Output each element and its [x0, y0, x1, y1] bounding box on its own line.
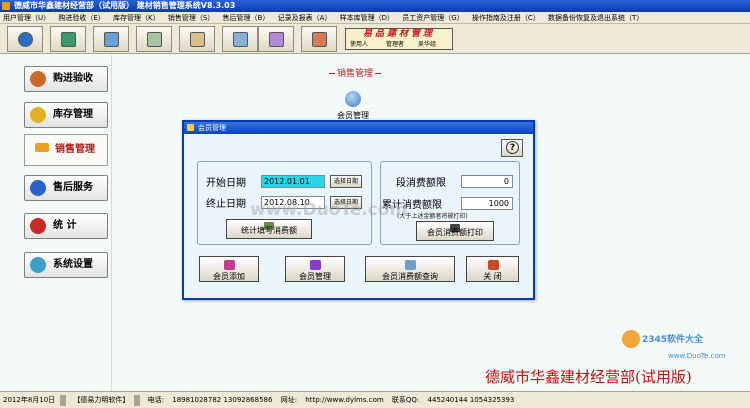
app-icon [2, 2, 10, 10]
start-date-pick-button[interactable]: 选择日期 [330, 175, 362, 188]
status-phones: 18981028782 13092868586 [172, 396, 273, 404]
end-date-label: 终止日期 [206, 199, 246, 210]
search-icon [104, 32, 119, 47]
menu-guide[interactable]: 操作指南及注册（C） [469, 12, 543, 23]
toolbar-exit-button[interactable] [301, 26, 337, 52]
toolbar-search-button[interactable] [93, 26, 129, 52]
menu-backup-exit[interactable]: 数据备份恢复及退出系统（T） [545, 12, 646, 23]
toolbar-employee-button[interactable] [258, 26, 294, 52]
member-manage-icon [310, 260, 321, 270]
menu-records[interactable]: 记录及报表（A） [275, 12, 335, 23]
toolbar-calendar-button[interactable] [222, 26, 258, 52]
dialog-title: 会员管理 [198, 124, 226, 132]
menu-sales[interactable]: 销售管理（S） [165, 12, 217, 23]
watermark-site: www.DuoTe.com [668, 352, 726, 360]
period-limit-label: 段消费额限 [396, 178, 446, 189]
start-date-field[interactable]: 2012.01.01 [261, 175, 325, 188]
inventory-icon [30, 107, 46, 123]
inventory-icon [147, 32, 162, 47]
banner-user-label: 使用人 [350, 41, 369, 48]
manage-member-button[interactable]: 会员管理 [285, 256, 345, 282]
purchase-icon [30, 71, 46, 87]
exit-icon [312, 32, 327, 47]
sidebar: 购进验收 库存管理 销售管理 售后服务 统 计 系统设置 [0, 55, 112, 391]
status-web-label: 网址: [280, 396, 298, 404]
status-qq: 445240144 1054325393 [427, 396, 515, 404]
print-threshold-note: (大于上述金额者将被打印) [397, 213, 468, 220]
dialog-title-bar: 会员管理 [184, 122, 533, 134]
window-title-bar: 德威市华鑫建材经营部（试用版） 建材销售管理系统V8.3.03 [0, 0, 750, 12]
brand-banner: 易品建材管理 使用人 管理者 吴华组 [345, 28, 453, 50]
refresh-icon [18, 32, 33, 47]
add-member-button[interactable]: 会员添加 [199, 256, 259, 282]
toolbar-stock-in-button[interactable] [50, 26, 86, 52]
member-icon [345, 91, 361, 107]
menu-after-sales[interactable]: 售后管理（B） [220, 12, 273, 23]
menu-samples[interactable]: 样本库管理（D） [337, 12, 397, 23]
add-member-icon [224, 260, 235, 270]
banner-title: 易品建材管理 [362, 29, 435, 39]
help-icon: ? [506, 141, 519, 154]
sidebar-item-after-sales[interactable]: 售后服务 [24, 175, 108, 201]
menu-staff-assets[interactable]: 员工资产管理（G） [399, 12, 466, 23]
status-phone-label: 电话: [147, 396, 165, 404]
sidebar-item-statistics[interactable]: 统 计 [24, 213, 108, 239]
employee-icon [269, 32, 284, 47]
section-title: 销售管理 [327, 66, 383, 79]
stock-in-icon [61, 32, 76, 47]
dialog-icon [187, 124, 194, 131]
stats-consumption-button[interactable]: 统计填写消费额 [226, 219, 312, 239]
menu-purchase[interactable]: 购进验收（E） [55, 12, 107, 23]
total-limit-field[interactable]: 1000 [461, 197, 513, 210]
status-date: 2012年8月10日 [3, 396, 56, 404]
member-management-shortcut[interactable]: 会员管理 [333, 85, 373, 123]
window-title: 德威市华鑫建材经营部（试用版） 建材销售管理系统V8.3.03 [14, 1, 236, 10]
banner-name: 吴华组 [418, 41, 437, 48]
service-icon [30, 180, 46, 196]
exit-door-icon [487, 260, 499, 270]
company-name: 德威市华鑫建材经营部(试用版) [485, 368, 692, 386]
close-button[interactable]: 关 闭 [466, 256, 519, 282]
statistics-icon [30, 218, 46, 234]
menu-user[interactable]: 用户管理（U） [0, 12, 53, 23]
report-icon [190, 32, 205, 47]
status-software: 【德易力明软件】 [73, 396, 130, 404]
banner-role: 管理者 [386, 41, 405, 48]
cart-icon [35, 143, 49, 152]
menu-bar: 用户管理（U） 购进验收（E） 库存管理（K） 销售管理（S） 售后管理（B） … [0, 12, 750, 24]
calendar-icon [233, 32, 248, 47]
watermark-brand: 2345软件大全 [642, 335, 704, 345]
toolbar-report-button[interactable] [179, 26, 215, 52]
sidebar-item-inventory[interactable]: 库存管理 [24, 102, 108, 128]
gear-icon [30, 257, 46, 273]
search-icon [405, 260, 416, 270]
status-bar: 2012年8月10日 【德易力明软件】 电话: 18981028782 1309… [0, 391, 750, 408]
period-limit-field[interactable]: 0 [461, 175, 513, 188]
status-web[interactable]: http://www.dylms.com [302, 392, 386, 408]
sidebar-item-sales[interactable]: 销售管理 [24, 134, 108, 166]
start-date-label: 开始日期 [206, 178, 246, 189]
menu-inventory[interactable]: 库存管理（K） [110, 12, 163, 23]
status-qq-label: 联系QQ: [391, 396, 420, 404]
sidebar-item-purchase[interactable]: 购进验收 [24, 66, 108, 92]
toolbar-refresh-button[interactable] [7, 26, 43, 52]
query-consumption-button[interactable]: 会员消费额查询 [365, 256, 455, 282]
watermark-center: www.DuoTe.com [250, 200, 408, 220]
toolbar-inventory-button[interactable] [136, 26, 172, 52]
print-consumption-button[interactable]: 会员消费额打印 [416, 221, 494, 241]
help-button[interactable]: ? [501, 139, 523, 157]
watermark-logo-icon [622, 330, 640, 348]
sidebar-item-settings[interactable]: 系统设置 [24, 252, 108, 278]
